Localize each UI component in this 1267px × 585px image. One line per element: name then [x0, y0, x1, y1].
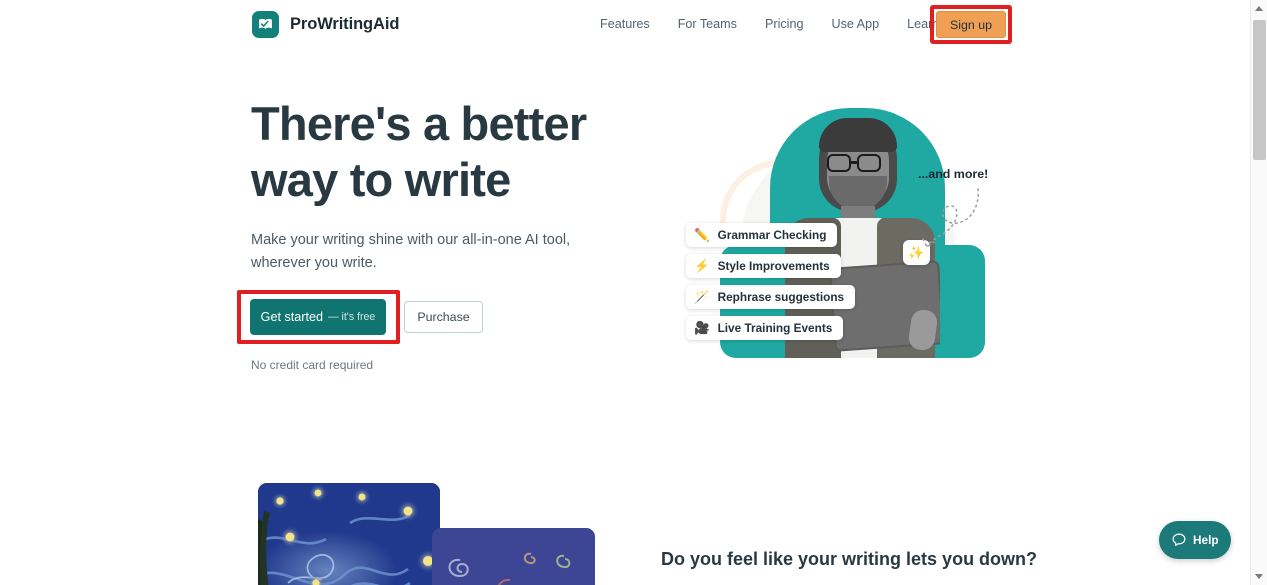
chat-bubble-icon: [1172, 533, 1186, 546]
help-label: Help: [1193, 533, 1219, 547]
hero-title-line-2: way to write: [251, 153, 511, 206]
person-hair: [819, 118, 897, 152]
hero-cta-row: Get started — it's free Purchase: [237, 290, 483, 344]
no-credit-card-note: No credit card required: [251, 358, 374, 372]
hero-title-line-1: There's a better: [251, 97, 587, 150]
video-camera-icon: 🎥: [694, 320, 710, 335]
starry-night-card: [258, 483, 440, 585]
glasses-left-lens-icon: [827, 154, 851, 172]
feature-chip-label: Live Training Events: [717, 321, 833, 335]
feature-chip-grammar-checking: ✏️ Grammar Checking: [686, 223, 838, 247]
feature-chip-label: Rephrase suggestions: [717, 290, 845, 304]
get-started-label: Get started: [260, 310, 323, 324]
magic-wand-icon: 🪄: [694, 289, 710, 304]
nav-link-for-teams[interactable]: For Teams: [664, 15, 751, 34]
doodle-card: [432, 528, 595, 585]
pencil-icon: ✏️: [694, 227, 710, 242]
signup-button-container: Sign up: [930, 5, 1012, 44]
nav-link-pricing[interactable]: Pricing: [751, 15, 818, 34]
nav-link-use-app[interactable]: Use App: [817, 15, 893, 34]
get-started-button-container: Get started — it's free: [237, 290, 400, 344]
page-root: ProWritingAid Features For Teams Pricing…: [0, 0, 1267, 585]
feature-chip-style-improvements: ⚡ Style Improvements: [686, 254, 841, 278]
book-check-logo-icon: [252, 11, 279, 38]
hero-text-block: There's a better way to write Make your …: [251, 96, 591, 275]
page-title: There's a better way to write: [251, 96, 591, 208]
site-header: ProWritingAid Features For Teams Pricing…: [0, 0, 1250, 49]
hero-illustration: ✏️ Grammar Checking ⚡ Style Improvements…: [660, 100, 1020, 375]
hero-subtitle: Make your writing shine with our all-in-…: [251, 232, 571, 271]
feature-chip-live-training-events: 🎥 Live Training Events: [686, 316, 844, 340]
section-heading: Do you feel like your writing lets you d…: [661, 549, 1038, 569]
vertical-scrollbar[interactable]: [1250, 0, 1267, 585]
get-started-note: — it's free: [327, 311, 376, 323]
and-more-label: ...and more!: [918, 167, 989, 181]
feature-chip-list: ✏️ Grammar Checking ⚡ Style Improvements…: [686, 223, 856, 340]
get-started-button[interactable]: Get started — it's free: [250, 299, 386, 335]
brand-name: ProWritingAid: [290, 15, 400, 33]
feature-chip-rephrase-suggestions: 🪄 Rephrase suggestions: [686, 285, 856, 309]
dotted-curved-arrow-icon: [922, 188, 979, 249]
triangle-down: [1255, 574, 1263, 579]
signup-button[interactable]: Sign up: [936, 11, 1006, 38]
lightning-bolt-icon: ⚡: [694, 258, 710, 273]
triangle-up: [1255, 6, 1263, 11]
feature-chip-label: Grammar Checking: [717, 228, 827, 242]
glasses-bridge: [851, 161, 857, 164]
feature-chip-label: Style Improvements: [717, 259, 830, 273]
glasses-right-lens-icon: [857, 154, 881, 172]
scroll-down-arrow-icon[interactable]: [1251, 568, 1267, 585]
purchase-button[interactable]: Purchase: [404, 301, 483, 333]
nav-link-features[interactable]: Features: [600, 15, 664, 34]
brand-logo-link[interactable]: ProWritingAid: [252, 11, 399, 38]
scroll-up-arrow-icon[interactable]: [1251, 0, 1267, 17]
scrollbar-thumb[interactable]: [1253, 20, 1266, 160]
help-button[interactable]: Help: [1159, 521, 1231, 559]
